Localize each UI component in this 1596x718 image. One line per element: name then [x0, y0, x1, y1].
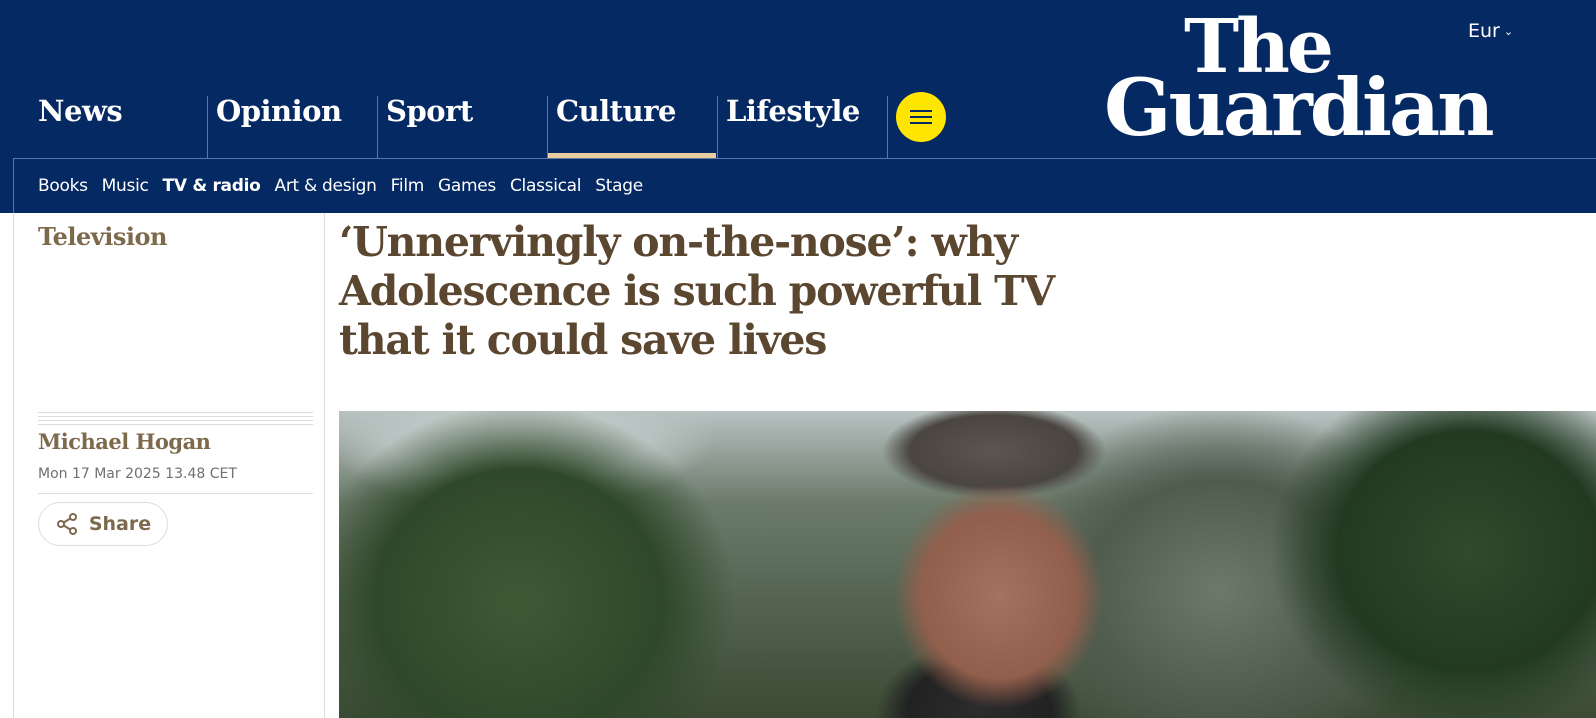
chevron-down-icon: ⌄ [1503, 24, 1514, 38]
logo-line-2: Guardian [1104, 61, 1495, 154]
pillar-label: Opinion [216, 94, 342, 128]
share-label: Share [88, 513, 152, 535]
menu-button[interactable] [896, 92, 946, 142]
article-headline: ‘Unnervingly on-the-nose’: why Adolescen… [339, 218, 1055, 364]
pillar-label: Lifestyle [726, 94, 860, 128]
content-column-border [324, 213, 325, 718]
menu-icon-bar [910, 110, 932, 112]
subnav-item-music[interactable]: Music [102, 176, 149, 196]
meta-divider [38, 493, 313, 494]
pillar-label: News [38, 94, 123, 128]
subnav-item-film[interactable]: Film [391, 176, 425, 196]
pillar-label: Culture [556, 94, 676, 128]
left-column-border [13, 213, 14, 718]
pillar-news[interactable]: News [30, 94, 208, 158]
pillar-lifestyle[interactable]: Lifestyle [717, 94, 886, 158]
edition-selector[interactable]: Eur ⌄ [1468, 20, 1513, 42]
subnav-item-books[interactable]: Books [38, 176, 88, 196]
section-label[interactable]: Television [38, 222, 167, 251]
byline-author[interactable]: Michael Hogan [38, 429, 211, 454]
subnav-left-border [13, 158, 14, 214]
subnav-item-tv-radio[interactable]: TV & radio [163, 176, 261, 196]
pillar-opinion[interactable]: Opinion [207, 94, 376, 158]
publish-date[interactable]: Mon 17 Mar 2025 13.48 CET [38, 466, 237, 482]
hero-image [339, 411, 1596, 718]
menu-divider [887, 96, 888, 158]
pillar-sport[interactable]: Sport [377, 94, 546, 158]
meta-rules [38, 412, 313, 428]
subnav-item-stage[interactable]: Stage [595, 176, 643, 196]
subnav-item-classical[interactable]: Classical [510, 176, 582, 196]
masthead: Eur ⌄ The Guardian News Opinion Sport Cu… [0, 0, 1596, 214]
subnav-item-games[interactable]: Games [438, 176, 496, 196]
subnav: Books Music TV & radio Art & design Film… [38, 176, 643, 196]
pillar-culture[interactable]: Culture [547, 94, 716, 158]
menu-icon-bar [910, 122, 932, 124]
pillar-label: Sport [386, 94, 473, 128]
share-button[interactable]: Share [38, 502, 168, 546]
edition-label: Eur [1468, 20, 1500, 42]
subnav-divider [13, 158, 1596, 159]
menu-icon-bar [910, 116, 932, 118]
share-icon [56, 513, 77, 535]
subnav-item-art-design[interactable]: Art & design [275, 176, 377, 196]
